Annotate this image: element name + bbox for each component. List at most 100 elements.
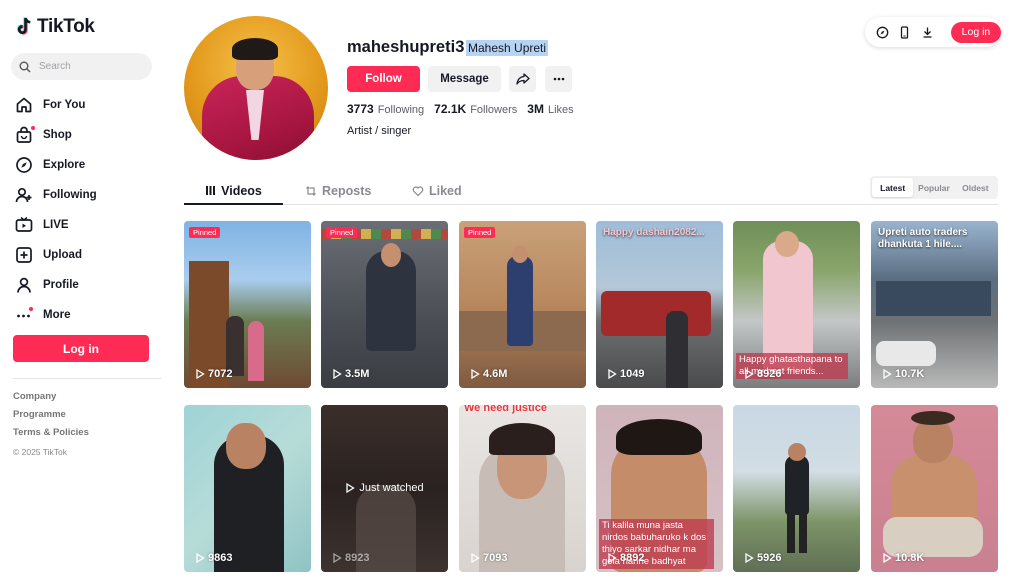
video-card[interactable]: 9863 bbox=[184, 405, 311, 572]
play-icon bbox=[883, 369, 892, 379]
view-count: 3.5M bbox=[332, 368, 369, 380]
video-caption: Happy dashain2082... bbox=[603, 227, 705, 238]
profile-icon bbox=[14, 276, 33, 295]
video-card[interactable]: Upreti auto traders dhankuta 1 hile.... … bbox=[871, 221, 998, 388]
nav-label: Explore bbox=[43, 159, 86, 171]
video-card[interactable]: Ti kalila muna jasta nirdos babuharuko k… bbox=[596, 405, 723, 572]
view-count: 7072 bbox=[195, 368, 232, 380]
heart-icon bbox=[412, 186, 424, 197]
share-icon bbox=[515, 73, 530, 85]
footer-link-terms[interactable]: Terms & Policies bbox=[13, 427, 89, 445]
profile-stats: 3773 Following 72.1K Followers 3M Likes bbox=[347, 102, 574, 116]
sort-popular[interactable]: Popular bbox=[913, 178, 954, 197]
video-card[interactable]: 5926 bbox=[733, 405, 860, 572]
video-card[interactable]: Happy dashain2082... 1049 bbox=[596, 221, 723, 388]
compass-icon bbox=[14, 156, 33, 175]
tab-videos[interactable]: Videos bbox=[184, 178, 283, 205]
tab-label: Liked bbox=[429, 184, 462, 198]
just-watched-label: Just watched bbox=[321, 482, 448, 494]
shop-icon bbox=[14, 125, 35, 145]
play-icon bbox=[471, 553, 480, 563]
nav-item-shop[interactable]: Shop bbox=[14, 120, 97, 150]
video-card[interactable]: Just watched 8923 bbox=[321, 405, 448, 572]
play-icon bbox=[608, 369, 617, 379]
share-button[interactable] bbox=[509, 66, 536, 92]
sort-oldest[interactable]: Oldest bbox=[955, 178, 996, 197]
nav-item-explore[interactable]: Explore bbox=[14, 150, 97, 180]
nav-item-following[interactable]: Following bbox=[14, 180, 97, 210]
follow-button[interactable]: Follow bbox=[347, 66, 420, 92]
profile-username: maheshupreti3 bbox=[347, 38, 465, 56]
view-count: 10.8K bbox=[882, 552, 924, 564]
grid-icon bbox=[206, 186, 216, 195]
view-count: 4.6M bbox=[470, 368, 507, 380]
nav-item-live[interactable]: LIVE bbox=[14, 210, 97, 240]
nav-item-more[interactable]: More bbox=[14, 300, 97, 330]
nav-item-profile[interactable]: Profile bbox=[14, 270, 97, 300]
avatar-hair bbox=[232, 38, 278, 60]
stat-following[interactable]: 3773 Following bbox=[347, 102, 424, 116]
footer-link-programme[interactable]: Programme bbox=[13, 409, 89, 427]
profile-avatar bbox=[184, 16, 328, 160]
pinned-badge: Pinned bbox=[326, 227, 358, 238]
nav-label: Shop bbox=[43, 129, 72, 141]
tiktok-logo[interactable]: TikTok bbox=[16, 16, 95, 38]
nav-label: Profile bbox=[43, 279, 79, 291]
profile-bio: Artist / singer bbox=[347, 125, 412, 137]
video-card[interactable]: 10.8K bbox=[871, 405, 998, 572]
coin-icon[interactable] bbox=[873, 23, 892, 42]
search-box[interactable] bbox=[11, 53, 152, 80]
sidebar-footer: Company Programme Terms & Policies © 202… bbox=[13, 391, 89, 457]
video-card[interactable]: We need justice 7093 bbox=[459, 405, 586, 572]
view-count: 5926 bbox=[744, 552, 781, 564]
nav-label: More bbox=[43, 309, 71, 321]
live-icon bbox=[14, 216, 33, 235]
message-button[interactable]: Message bbox=[428, 66, 501, 92]
search-input[interactable] bbox=[39, 61, 139, 72]
video-caption: We need justice bbox=[464, 405, 547, 414]
play-icon bbox=[196, 369, 205, 379]
sidebar-divider bbox=[13, 378, 161, 379]
more-options-button[interactable] bbox=[545, 66, 572, 92]
nav-item-upload[interactable]: Upload bbox=[14, 240, 97, 270]
view-count: 7093 bbox=[470, 552, 507, 564]
copyright-text: © 2025 TikTok bbox=[13, 447, 67, 457]
stat-followers[interactable]: 72.1K Followers bbox=[434, 102, 517, 116]
nav-label: LIVE bbox=[43, 219, 69, 231]
play-icon bbox=[883, 553, 892, 563]
video-caption: Upreti auto traders dhankuta 1 hile.... bbox=[878, 227, 968, 250]
play-icon bbox=[745, 553, 754, 563]
sidebar-login-button[interactable]: Log in bbox=[13, 335, 149, 362]
video-card[interactable]: Pinned 7072 bbox=[184, 221, 311, 388]
view-count: 8926 bbox=[744, 368, 781, 380]
play-icon bbox=[346, 483, 356, 493]
following-icon bbox=[14, 186, 33, 205]
video-card[interactable]: Pinned 3.5M bbox=[321, 221, 448, 388]
video-card[interactable]: Pinned 4.6M bbox=[459, 221, 586, 388]
top-actions: Log in bbox=[865, 17, 1001, 47]
view-count: 10.7K bbox=[882, 368, 924, 380]
nav-label: Upload bbox=[43, 249, 82, 261]
logo-text: TikTok bbox=[37, 16, 95, 37]
video-card[interactable]: Happy ghatasthapana to all my best frien… bbox=[733, 221, 860, 388]
tab-liked[interactable]: Liked bbox=[412, 178, 462, 204]
upload-icon bbox=[14, 246, 33, 265]
sidebar: TikTok For You Shop Explore Following LI… bbox=[0, 0, 164, 579]
tab-reposts[interactable]: Reposts bbox=[305, 178, 371, 204]
nav-item-for-you[interactable]: For You bbox=[14, 90, 97, 120]
more-icon bbox=[14, 306, 33, 325]
play-icon bbox=[745, 369, 754, 379]
play-icon bbox=[471, 369, 480, 379]
view-count: 1049 bbox=[607, 368, 644, 380]
top-login-button[interactable]: Log in bbox=[950, 21, 1001, 43]
download-icon[interactable] bbox=[918, 23, 937, 42]
sort-latest[interactable]: Latest bbox=[872, 178, 914, 197]
pinned-badge: Pinned bbox=[189, 227, 221, 238]
home-icon bbox=[14, 96, 33, 115]
phone-icon[interactable] bbox=[896, 23, 915, 42]
play-icon bbox=[196, 553, 205, 563]
footer-link-company[interactable]: Company bbox=[13, 391, 89, 409]
nav-label: Following bbox=[43, 189, 97, 201]
stat-likes: 3M Likes bbox=[527, 102, 574, 116]
profile-nickname: Mahesh Upreti bbox=[466, 40, 549, 56]
